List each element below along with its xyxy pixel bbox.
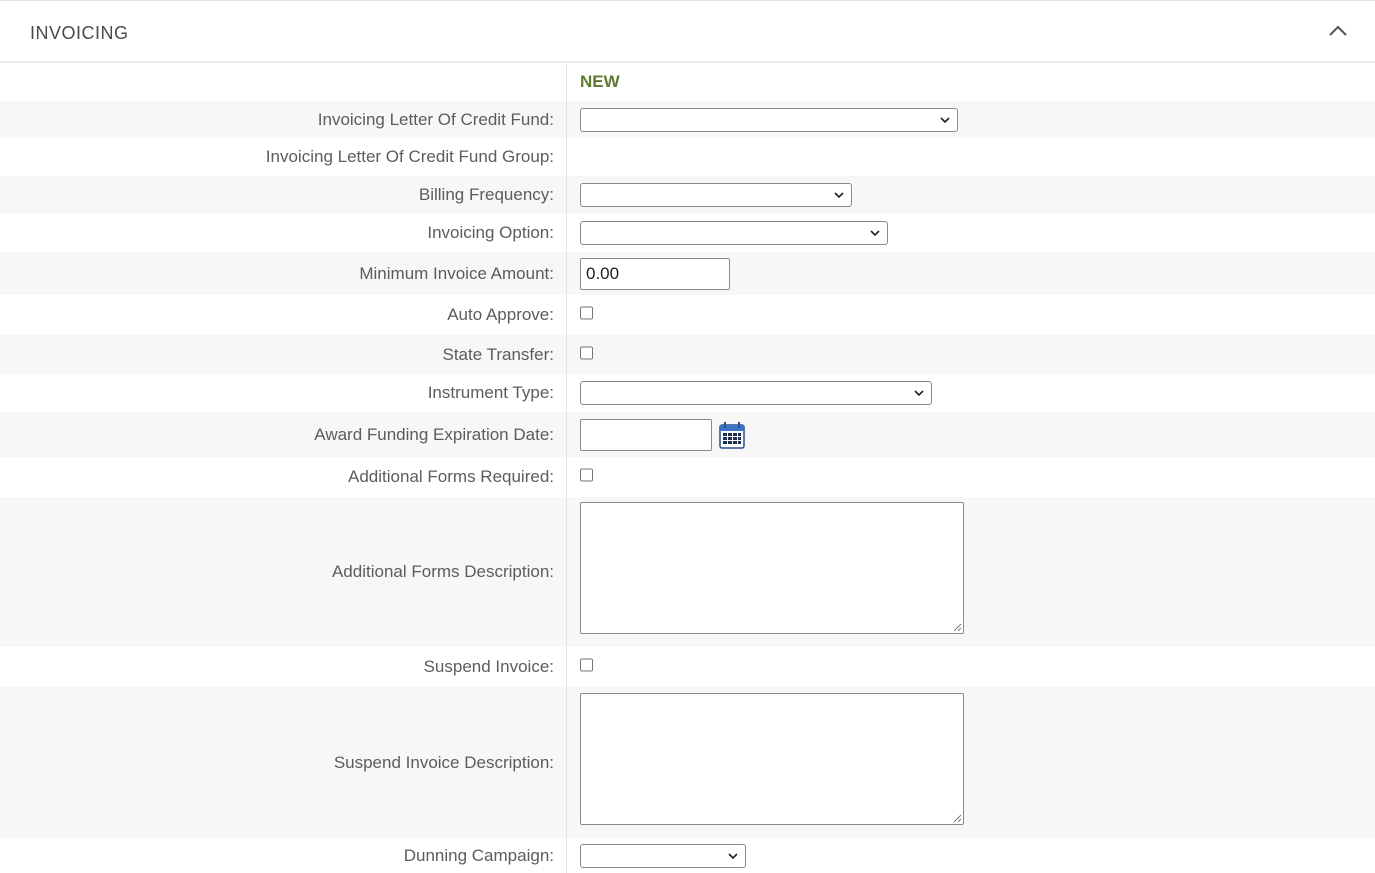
form-row-dunning-campaign: Dunning Campaign:: [0, 838, 1375, 873]
field-label: Instrument Type:: [427, 383, 554, 402]
chevron-down-icon: [728, 852, 738, 859]
min-invoice-amount-input[interactable]: 0.00: [580, 257, 730, 290]
form-row-loc-fund-group: Invoicing Letter Of Credit Fund Group:: [0, 138, 1375, 176]
field-label: Billing Frequency:: [418, 184, 554, 204]
invoicing-option-select[interactable]: [580, 220, 888, 245]
billing-frequency-select[interactable]: [580, 182, 852, 207]
form-row-instrument-type: Instrument Type:: [0, 374, 1375, 412]
field-label: Minimum Invoice Amount:: [359, 263, 554, 283]
chevron-down-icon: [914, 390, 924, 397]
field-label: Suspend Invoice Description:: [333, 752, 554, 772]
resize-grip-icon[interactable]: [952, 622, 962, 632]
field-label: Auto Approve:: [447, 305, 554, 324]
chevron-down-icon: [834, 191, 844, 198]
dunning-campaign-select[interactable]: [580, 843, 746, 868]
form-row-invoicing-option: Invoicing Option:: [0, 213, 1375, 252]
column-header-new: NEW: [580, 72, 620, 91]
resize-grip-icon[interactable]: [952, 813, 962, 823]
form-row-min-invoice-amount: Minimum Invoice Amount: 0.00: [0, 252, 1375, 295]
suspend-invoice-description-textarea[interactable]: [580, 692, 964, 825]
form-row-additional-forms-description: Additional Forms Description:: [0, 497, 1375, 647]
chevron-down-icon: [940, 116, 950, 123]
form-row-auto-approve: Auto Approve:: [0, 295, 1375, 335]
form-row-billing-frequency: Billing Frequency:: [0, 176, 1375, 213]
invoicing-section: INVOICING NEW Invoicing Letter Of Credit…: [0, 0, 1375, 873]
field-label: Award Funding Expiration Date:: [314, 424, 554, 444]
date-field: [580, 418, 745, 451]
field-label: Invoicing Option:: [427, 222, 554, 242]
form-row-state-transfer: State Transfer:: [0, 335, 1375, 374]
suspend-invoice-checkbox[interactable]: [580, 658, 593, 672]
instrument-type-select[interactable]: [580, 381, 932, 405]
field-label: Dunning Campaign:: [403, 845, 554, 865]
chevron-up-icon[interactable]: [1323, 21, 1353, 43]
section-title: INVOICING: [30, 23, 129, 43]
form-row-loc-fund: Invoicing Letter Of Credit Fund:: [0, 101, 1375, 138]
chevron-down-icon: [870, 229, 880, 236]
section-header[interactable]: INVOICING: [0, 0, 1375, 63]
column-divider: [566, 64, 567, 873]
award-funding-expiration-date-input[interactable]: [580, 418, 712, 451]
form-row-suspend-invoice: Suspend Invoice:: [0, 647, 1375, 687]
field-label: Additional Forms Description:: [331, 562, 554, 581]
loc-fund-select[interactable]: [580, 107, 958, 132]
field-label: Invoicing Letter Of Credit Fund Group:: [265, 147, 554, 166]
form-row-additional-forms-required: Additional Forms Required:: [0, 457, 1375, 497]
calendar-icon[interactable]: [719, 421, 745, 449]
form-row-award-funding-expiration-date: Award Funding Expiration Date:: [0, 412, 1375, 457]
field-label: Suspend Invoice:: [423, 657, 554, 676]
state-transfer-checkbox[interactable]: [580, 346, 593, 359]
field-label: Additional Forms Required:: [348, 467, 554, 486]
field-label: Invoicing Letter Of Credit Fund:: [317, 109, 554, 129]
additional-forms-description-textarea[interactable]: [580, 502, 964, 634]
field-label: State Transfer:: [442, 344, 555, 364]
auto-approve-checkbox[interactable]: [580, 306, 593, 320]
additional-forms-required-checkbox[interactable]: [580, 468, 593, 482]
form-row-suspend-invoice-description: Suspend Invoice Description:: [0, 687, 1375, 838]
